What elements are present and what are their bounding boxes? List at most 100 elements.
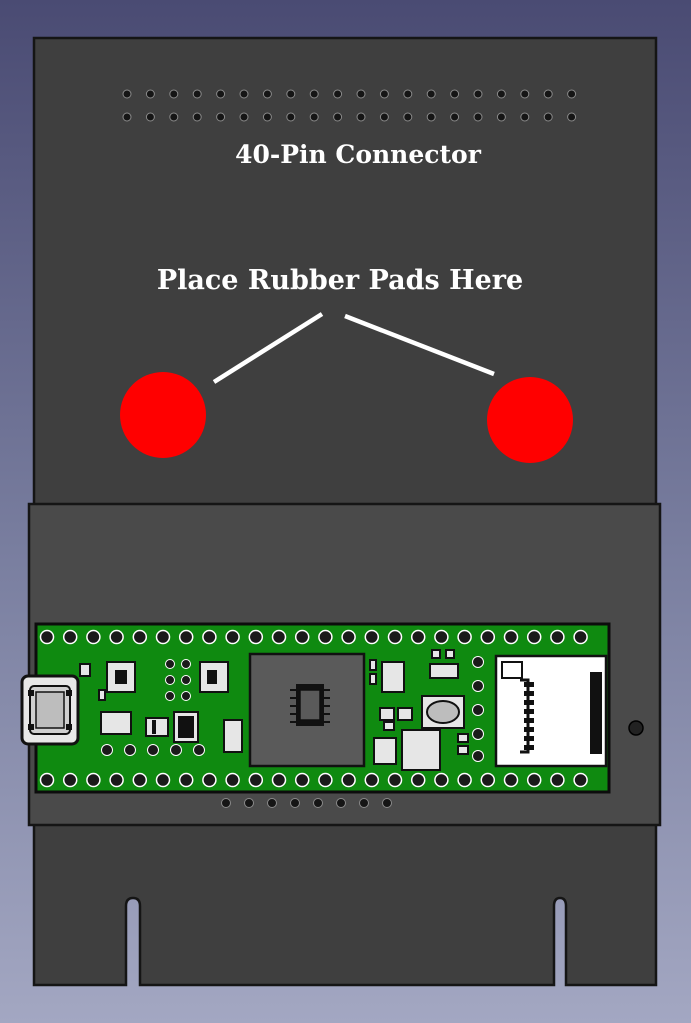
board-pin-top — [341, 629, 356, 645]
board-pin-top — [480, 629, 496, 645]
connector-hole — [426, 89, 436, 99]
connector-hole — [496, 112, 506, 122]
connector-hole — [333, 89, 343, 99]
connector-hole — [520, 112, 530, 122]
board-pin-top — [387, 629, 403, 645]
connector-hole — [262, 112, 272, 122]
connector-hole — [520, 89, 530, 99]
via-dot — [147, 744, 159, 756]
board-pin-bottom — [202, 772, 217, 788]
connector-hole — [403, 89, 413, 99]
via-dot — [181, 691, 191, 701]
board-pin-top — [457, 629, 472, 645]
rubber-pads-label: Place Rubber Pads Here — [157, 265, 523, 296]
board-pin-bottom — [155, 772, 171, 788]
connector-hole — [356, 112, 366, 122]
board-pin-bottom — [39, 772, 55, 788]
connector-hole — [543, 89, 553, 99]
board-pin-bottom — [573, 772, 588, 788]
connector-hole — [216, 89, 226, 99]
connector-hole — [379, 112, 389, 122]
board-pin-bottom — [132, 772, 148, 788]
board-pin-top — [526, 629, 542, 645]
board-pin-bottom — [248, 772, 264, 788]
rubber-pad-left — [120, 372, 206, 458]
board-pin-top — [178, 629, 194, 645]
via-dot — [165, 691, 175, 701]
mounting-hole — [628, 720, 644, 736]
expansion-hole — [336, 798, 346, 808]
connector-hole — [122, 89, 132, 99]
connector-hole — [239, 112, 249, 122]
board-pin-bottom — [318, 772, 333, 788]
board-pin-bottom — [387, 772, 403, 788]
expansion-hole — [359, 798, 369, 808]
via-dot — [165, 659, 175, 669]
board-pin-top — [410, 629, 426, 645]
board-pin-top — [271, 629, 287, 645]
connector-hole — [473, 112, 483, 122]
connector-hole — [567, 89, 577, 99]
board-pin-bottom — [410, 772, 426, 788]
via-dot — [472, 750, 484, 762]
board-pin-top — [86, 629, 101, 645]
via-dot — [472, 704, 484, 716]
via-dot — [170, 744, 182, 756]
expansion-hole — [244, 798, 254, 808]
connector-hole — [426, 112, 436, 122]
connector-hole — [286, 112, 296, 122]
board-pin-bottom — [109, 772, 124, 788]
board-pin-bottom — [480, 772, 496, 788]
board-pin-top — [364, 629, 380, 645]
microcontroller-chip-icon — [248, 652, 366, 768]
connector-hole — [450, 112, 460, 122]
via-dot — [181, 675, 191, 685]
board-pin-top — [248, 629, 264, 645]
via-dot — [472, 656, 484, 668]
board-pin-bottom — [178, 772, 194, 788]
board-pin-bottom — [526, 772, 542, 788]
board-pin-top — [550, 629, 565, 645]
board-pin-top — [132, 629, 148, 645]
connector-hole — [169, 112, 179, 122]
connector-hole — [567, 112, 577, 122]
expansion-hole — [221, 798, 231, 808]
board-pin-bottom — [503, 772, 519, 788]
connector-hole — [145, 112, 155, 122]
board-pin-top — [155, 629, 171, 645]
expansion-hole — [290, 798, 300, 808]
board-pin-bottom — [86, 772, 101, 788]
rubber-pad-right — [487, 377, 573, 463]
board-pin-top — [318, 629, 333, 645]
board-pin-bottom — [225, 772, 240, 788]
push-button-icon — [421, 695, 465, 729]
board-pin-top — [573, 629, 588, 645]
connector-hole — [543, 112, 553, 122]
expansion-hole — [313, 798, 323, 808]
board-pin-top — [294, 629, 310, 645]
board-pin-top — [202, 629, 217, 645]
board-pin-bottom — [434, 772, 449, 788]
microcontroller-board — [20, 622, 611, 794]
board-pin-bottom — [341, 772, 356, 788]
via-dot — [124, 744, 136, 756]
enclosure-diagram: 40-Pin Connector Place Rubber Pads Here — [20, 36, 662, 987]
connector-label: 40-Pin Connector — [235, 140, 482, 169]
expansion-hole — [382, 798, 392, 808]
connector-hole — [403, 112, 413, 122]
board-pin-top — [39, 629, 55, 645]
board-pin-top — [503, 629, 519, 645]
board-pin-bottom — [271, 772, 287, 788]
board-pin-top — [225, 629, 240, 645]
connector-hole — [309, 89, 319, 99]
sd-card-slot-icon — [494, 654, 608, 768]
board-pin-top — [109, 629, 124, 645]
connector-hole — [169, 89, 179, 99]
connector-hole — [145, 89, 155, 99]
expansion-hole — [267, 798, 277, 808]
board-pin-bottom — [364, 772, 380, 788]
connector-hole — [309, 112, 319, 122]
via-dot — [472, 680, 484, 692]
usb-connector-icon — [20, 674, 80, 746]
board-pin-top — [434, 629, 449, 645]
